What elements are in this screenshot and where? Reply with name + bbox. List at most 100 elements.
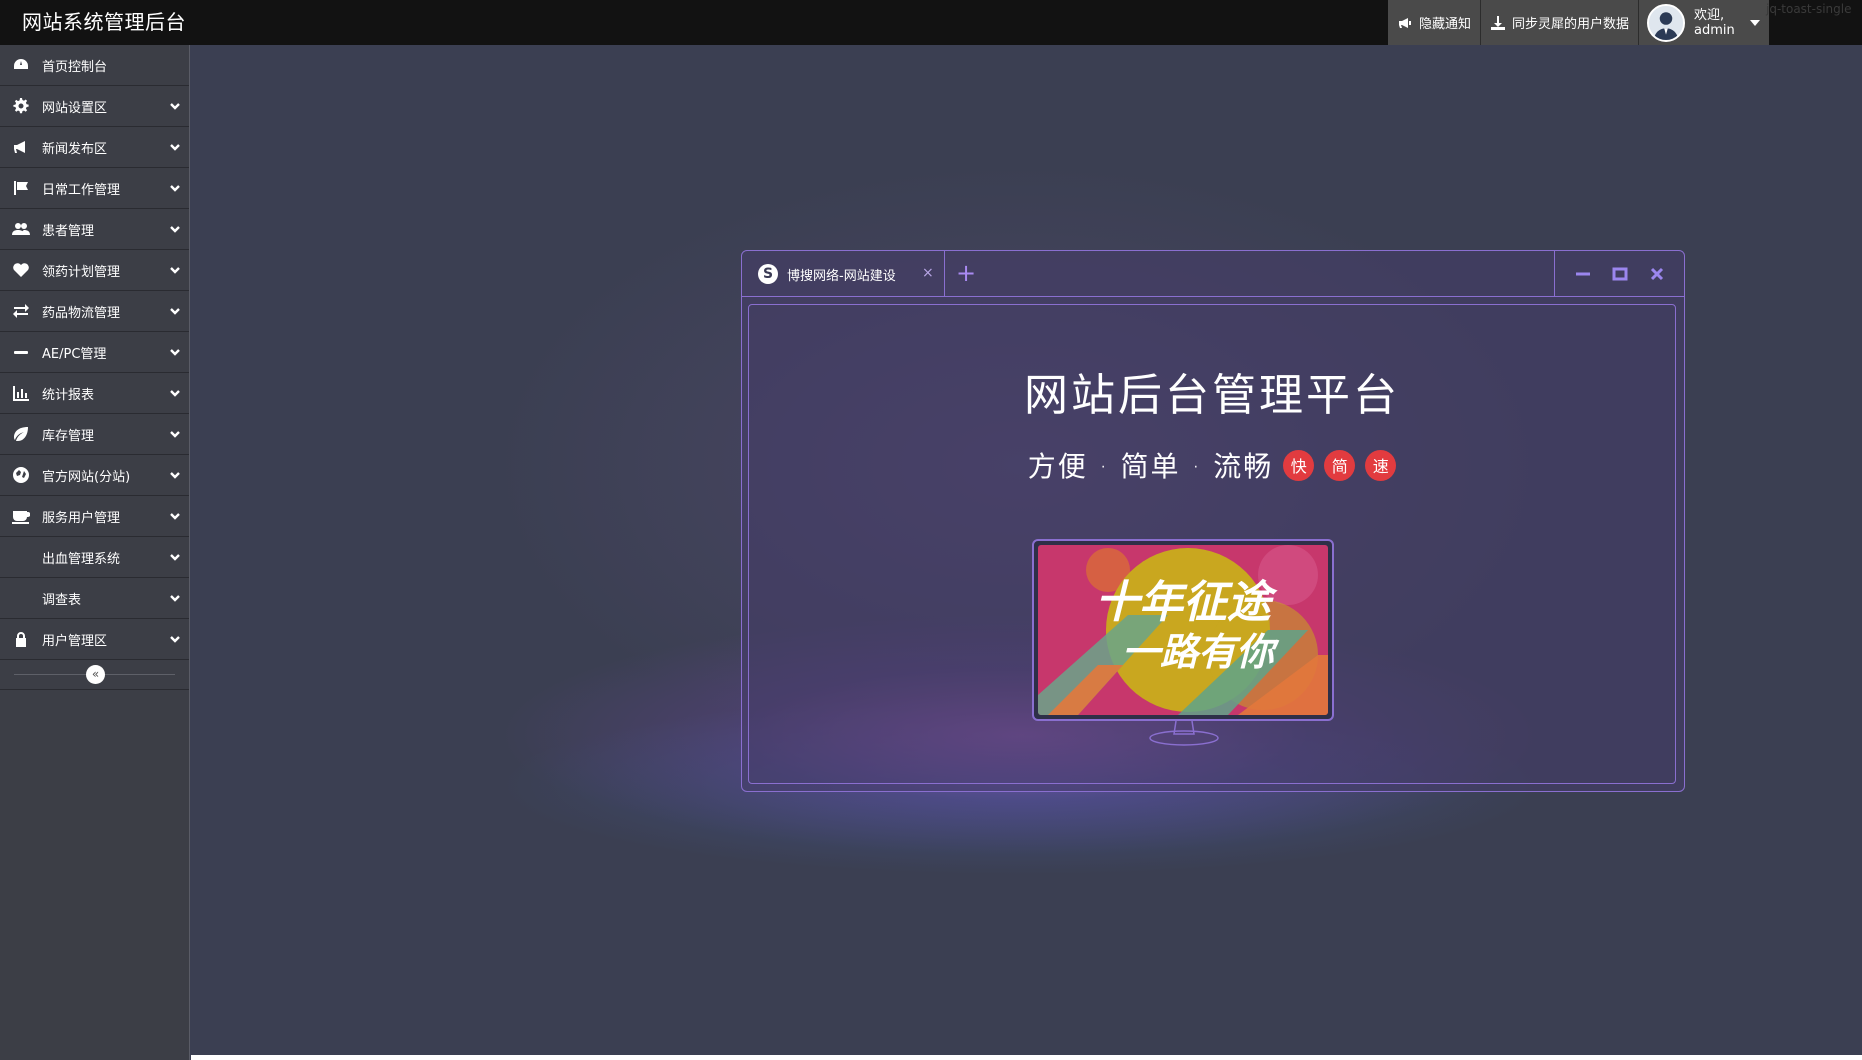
heart-icon (13, 263, 29, 277)
tab-bosou[interactable]: S 博搜网络-网站建设 × (742, 251, 945, 297)
sidebar-item-5[interactable]: 领药计划管理 (0, 250, 189, 291)
sidebar-item-label: 患者管理 (42, 223, 95, 239)
chevron-down-icon (170, 226, 180, 233)
minimize-icon (1576, 272, 1591, 276)
sidebar-item-label: 用户管理区 (42, 633, 108, 649)
chevron-down-icon (170, 636, 180, 643)
welcome-label: 欢迎, (1694, 7, 1725, 23)
minimize-button[interactable] (1574, 265, 1592, 283)
sidebar-item-chevron (161, 141, 189, 153)
lock-icon (16, 632, 26, 647)
sidebar-item-7[interactable]: AE/PC管理 (0, 332, 189, 373)
chevron-down-icon (170, 349, 180, 356)
maximize-button[interactable] (1611, 265, 1629, 283)
window-body: 网站后台管理平台 方便 · 简单 · 流畅 快 简 速 十年征途 一路有你 (748, 304, 1676, 784)
sidebar-item-label: 库存管理 (42, 428, 95, 444)
sidebar-item-label: 网站设置区 (42, 100, 108, 116)
sidebar-item-icon (0, 97, 42, 115)
sidebar-item-chevron (161, 346, 189, 358)
sidebar-item-icon (0, 466, 42, 484)
sidebar-item-icon (0, 630, 42, 648)
tab-close-icon[interactable]: × (922, 265, 934, 281)
sidebar-item-label: 首页控制台 (42, 59, 108, 75)
sidebar-item-icon (0, 343, 42, 361)
megaphone-icon (14, 141, 25, 153)
banner-graphic: 十年征途 一路有你 (1038, 545, 1328, 715)
sidebar-item-icon (0, 179, 42, 197)
flag-icon (14, 181, 28, 195)
banner-line1: 十年征途 (1095, 577, 1278, 628)
sidebar-item-2[interactable]: 新闻发布区 (0, 127, 189, 168)
sidebar-item-icon (0, 220, 42, 238)
site-logo-icon: S (758, 264, 778, 284)
user-avatar-icon (1649, 5, 1684, 40)
sidebar-item-14[interactable]: 用户管理区 (0, 619, 189, 660)
chevron-down-icon (170, 513, 180, 520)
bottom-edge (191, 1055, 1862, 1060)
coffee-icon (12, 511, 30, 524)
sidebar-item-chevron (161, 387, 189, 399)
main-content: S 博搜网络-网站建设 × + 网站后台管理平台 方便 · 简单 · 流畅 快 … (191, 45, 1862, 1055)
sidebar-item-label: 日常工作管理 (42, 182, 121, 198)
sidebar-item-label: AE/PC管理 (42, 346, 107, 362)
sidebar-item-label: 出血管理系统 (42, 551, 121, 567)
chevron-down-icon (170, 595, 180, 602)
sidebar-item-chevron (161, 469, 189, 481)
close-icon (1650, 267, 1663, 281)
chevron-down-icon (170, 103, 180, 110)
sidebar-item-chevron (161, 182, 189, 194)
chevron-down-icon (170, 390, 180, 397)
sidebar-item-9[interactable]: 库存管理 (0, 414, 189, 455)
app-title: 网站系统管理后台 (22, 10, 186, 34)
sidebar-item-0[interactable]: 首页控制台 (0, 45, 189, 86)
chevron-down-icon (170, 308, 180, 315)
tab-title: 博搜网络-网站建设 (787, 268, 896, 284)
chevron-down-icon (170, 472, 180, 479)
monitor-illustration: 十年征途 一路有你 (1032, 539, 1334, 721)
sidebar-item-12[interactable]: 出血管理系统 (0, 537, 189, 578)
sidebar-item-label: 统计报表 (42, 387, 95, 403)
sidebar-item-8[interactable]: 统计报表 (0, 373, 189, 414)
sidebar-item-icon (0, 56, 42, 74)
top-actions: 隐藏通知 同步灵犀的用户数据 欢迎, admin (1388, 0, 1770, 45)
new-tab-button[interactable]: + (956, 259, 976, 287)
chevron-down-icon (170, 267, 180, 274)
sidebar-item-1[interactable]: 网站设置区 (0, 86, 189, 127)
sidebar-menu: 首页控制台网站设置区新闻发布区日常工作管理 患者管理领药计划管理药品物流管理 AE/… (0, 45, 189, 660)
download-icon (1491, 15, 1506, 30)
toast-placeholder: jq-toast-single (1766, 2, 1852, 16)
chevron-down-icon (170, 554, 180, 561)
sidebar-item-chevron (161, 223, 189, 235)
sidebar-item-chevron (161, 633, 189, 645)
sidebar-item-label: 药品物流管理 (42, 305, 121, 321)
sidebar-item-4[interactable]: 患者管理 (0, 209, 189, 250)
sidebar-item-13[interactable]: 调查表 (0, 578, 189, 619)
sidebar-collapse-row: « (0, 660, 189, 690)
sidebar-collapse-button[interactable]: « (86, 665, 105, 684)
hide-notice-button[interactable]: 隐藏通知 (1388, 0, 1482, 45)
user-menu[interactable]: 欢迎, admin (1639, 0, 1770, 45)
sidebar-item-3[interactable]: 日常工作管理 (0, 168, 189, 209)
sidebar-item-6[interactable]: 药品物流管理 (0, 291, 189, 332)
window-tabbar: S 博搜网络-网站建设 × + (742, 251, 1684, 297)
sidebar-item-label: 调查表 (42, 592, 82, 608)
top-navbar: 网站系统管理后台 隐藏通知 同步灵犀的用户数据 欢迎, admin jq-toa… (0, 0, 1862, 45)
minus-icon (14, 351, 28, 354)
chevron-down-icon (170, 431, 180, 438)
dashboard-icon (14, 59, 28, 69)
page-title: 网站后台管理平台 (1024, 370, 1400, 421)
megaphone-icon (1399, 17, 1411, 28)
sidebar-item-11[interactable]: 服务用户管理 (0, 496, 189, 537)
close-button[interactable] (1648, 265, 1666, 283)
badge-fast: 快 (1283, 449, 1315, 481)
sync-user-data-button[interactable]: 同步灵犀的用户数据 (1481, 0, 1640, 45)
avatar (1647, 3, 1686, 42)
hide-notice-label: 隐藏通知 (1419, 17, 1472, 32)
chevron-down-icon (170, 144, 180, 151)
user-greeting: 欢迎, admin (1694, 8, 1735, 38)
sidebar-item-label: 官方网站(分站) (42, 469, 131, 485)
sidebar-item-10[interactable]: 官方网站(分站) (0, 455, 189, 496)
exchange-icon (13, 304, 29, 318)
sidebar-item-chevron (161, 551, 189, 563)
sidebar-item-icon (0, 425, 42, 443)
